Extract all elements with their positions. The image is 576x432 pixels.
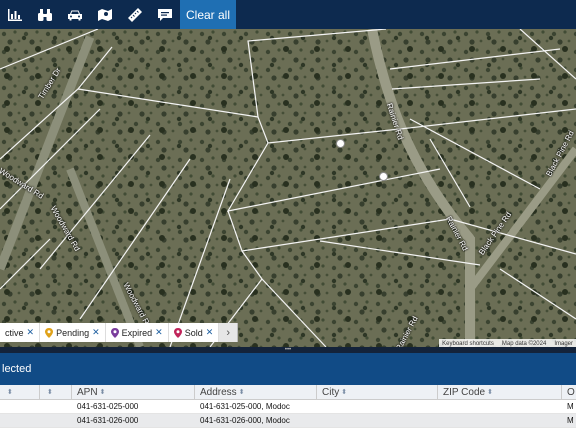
sort-icon: ⬍ bbox=[341, 389, 348, 396]
clear-all-button[interactable]: Clear all bbox=[180, 0, 237, 29]
stats-button[interactable] bbox=[0, 0, 30, 29]
apn-cell: 041-631-026-000 bbox=[77, 416, 139, 425]
address-cell: 041-631-025-000, Modoc bbox=[200, 402, 290, 411]
filter-scroll-right-button[interactable]: › bbox=[219, 323, 238, 342]
satellite-map[interactable]: Timber Dr Woodward Rd Woodward Rd Woodwa… bbox=[0, 29, 576, 347]
filter-chip-label: Pending bbox=[56, 327, 90, 338]
sort-icon: ⬍ bbox=[238, 389, 245, 396]
sort-icon: ⬍ bbox=[7, 389, 13, 396]
map-pin-icon bbox=[110, 327, 119, 338]
results-table: ⬍ ⬍ APN ⬍ Address ⬍ City ⬍ ZIP Code ⬍ O 041-… bbox=[0, 385, 576, 432]
map-terrain bbox=[0, 29, 576, 347]
city-cell bbox=[317, 400, 438, 413]
column-header[interactable]: O bbox=[562, 385, 576, 399]
ruler-icon bbox=[128, 7, 142, 22]
filter-chip-expired[interactable]: Expired ✕ bbox=[106, 323, 169, 342]
sort-icon: ⬍ bbox=[99, 389, 106, 396]
zip-cell bbox=[438, 400, 562, 413]
map-pin-icon bbox=[173, 327, 182, 338]
zip-cell bbox=[438, 414, 562, 427]
map-pin-icon bbox=[45, 327, 54, 338]
map-data-text: Map data ©2024 bbox=[501, 340, 547, 347]
close-icon[interactable]: ✕ bbox=[206, 327, 214, 338]
car-icon bbox=[68, 10, 82, 20]
column-header[interactable]: ⬍ bbox=[0, 385, 40, 399]
column-header-apn[interactable]: APN ⬍ bbox=[72, 385, 195, 399]
binoculars-button[interactable] bbox=[30, 0, 60, 29]
status-filter-bar: ctive ✕ Pending ✕ Expired ✕ Sold ✕ › bbox=[0, 323, 239, 342]
close-icon[interactable]: ✕ bbox=[92, 327, 100, 338]
column-header[interactable]: ⬍ bbox=[40, 385, 72, 399]
column-header-address[interactable]: Address ⬍ bbox=[195, 385, 317, 399]
table-row[interactable]: 041-631-026-000 041-631-026-000, Modoc M bbox=[0, 414, 576, 428]
sort-icon: ⬍ bbox=[487, 389, 493, 396]
filter-chip-pending[interactable]: Pending ✕ bbox=[40, 323, 106, 342]
selection-title: lected bbox=[2, 363, 32, 375]
table-row[interactable]: 041-631-025-000 041-631-025-000, Modoc M bbox=[0, 400, 576, 414]
filter-chip-label: Expired bbox=[121, 327, 153, 338]
map-icon bbox=[98, 8, 112, 21]
apn-cell: 041-631-025-000 bbox=[77, 402, 139, 411]
parcel-marker[interactable] bbox=[379, 172, 388, 181]
comment-icon bbox=[158, 8, 172, 21]
close-icon[interactable]: ✕ bbox=[27, 327, 35, 338]
imagery-text: Imager bbox=[554, 340, 573, 347]
filter-chip-active[interactable]: ctive ✕ bbox=[0, 323, 41, 342]
city-cell bbox=[317, 414, 438, 427]
filter-chip-label: ctive bbox=[5, 327, 24, 338]
column-header-city[interactable]: City ⬍ bbox=[317, 385, 438, 399]
filter-chip-sold[interactable]: Sold ✕ bbox=[169, 323, 220, 342]
map-button[interactable] bbox=[90, 0, 120, 29]
comment-button[interactable] bbox=[150, 0, 180, 29]
bar-chart-icon bbox=[8, 8, 22, 21]
parcel-marker[interactable] bbox=[336, 139, 345, 148]
toolbar: Clear all bbox=[0, 0, 576, 29]
car-button[interactable] bbox=[60, 0, 90, 29]
address-cell: 041-631-026-000, Modoc bbox=[200, 416, 290, 425]
selection-header: lected bbox=[0, 353, 576, 385]
table-header: ⬍ ⬍ APN ⬍ Address ⬍ City ⬍ ZIP Code ⬍ O bbox=[0, 385, 576, 400]
binoculars-icon bbox=[38, 8, 52, 21]
sort-icon: ⬍ bbox=[47, 389, 53, 396]
close-icon[interactable]: ✕ bbox=[155, 327, 163, 338]
ruler-button[interactable] bbox=[120, 0, 150, 29]
column-header-zip[interactable]: ZIP Code ⬍ bbox=[438, 385, 562, 399]
keyboard-shortcuts-link[interactable]: Keyboard shortcuts bbox=[442, 341, 494, 347]
filter-chip-label: Sold bbox=[184, 327, 203, 338]
